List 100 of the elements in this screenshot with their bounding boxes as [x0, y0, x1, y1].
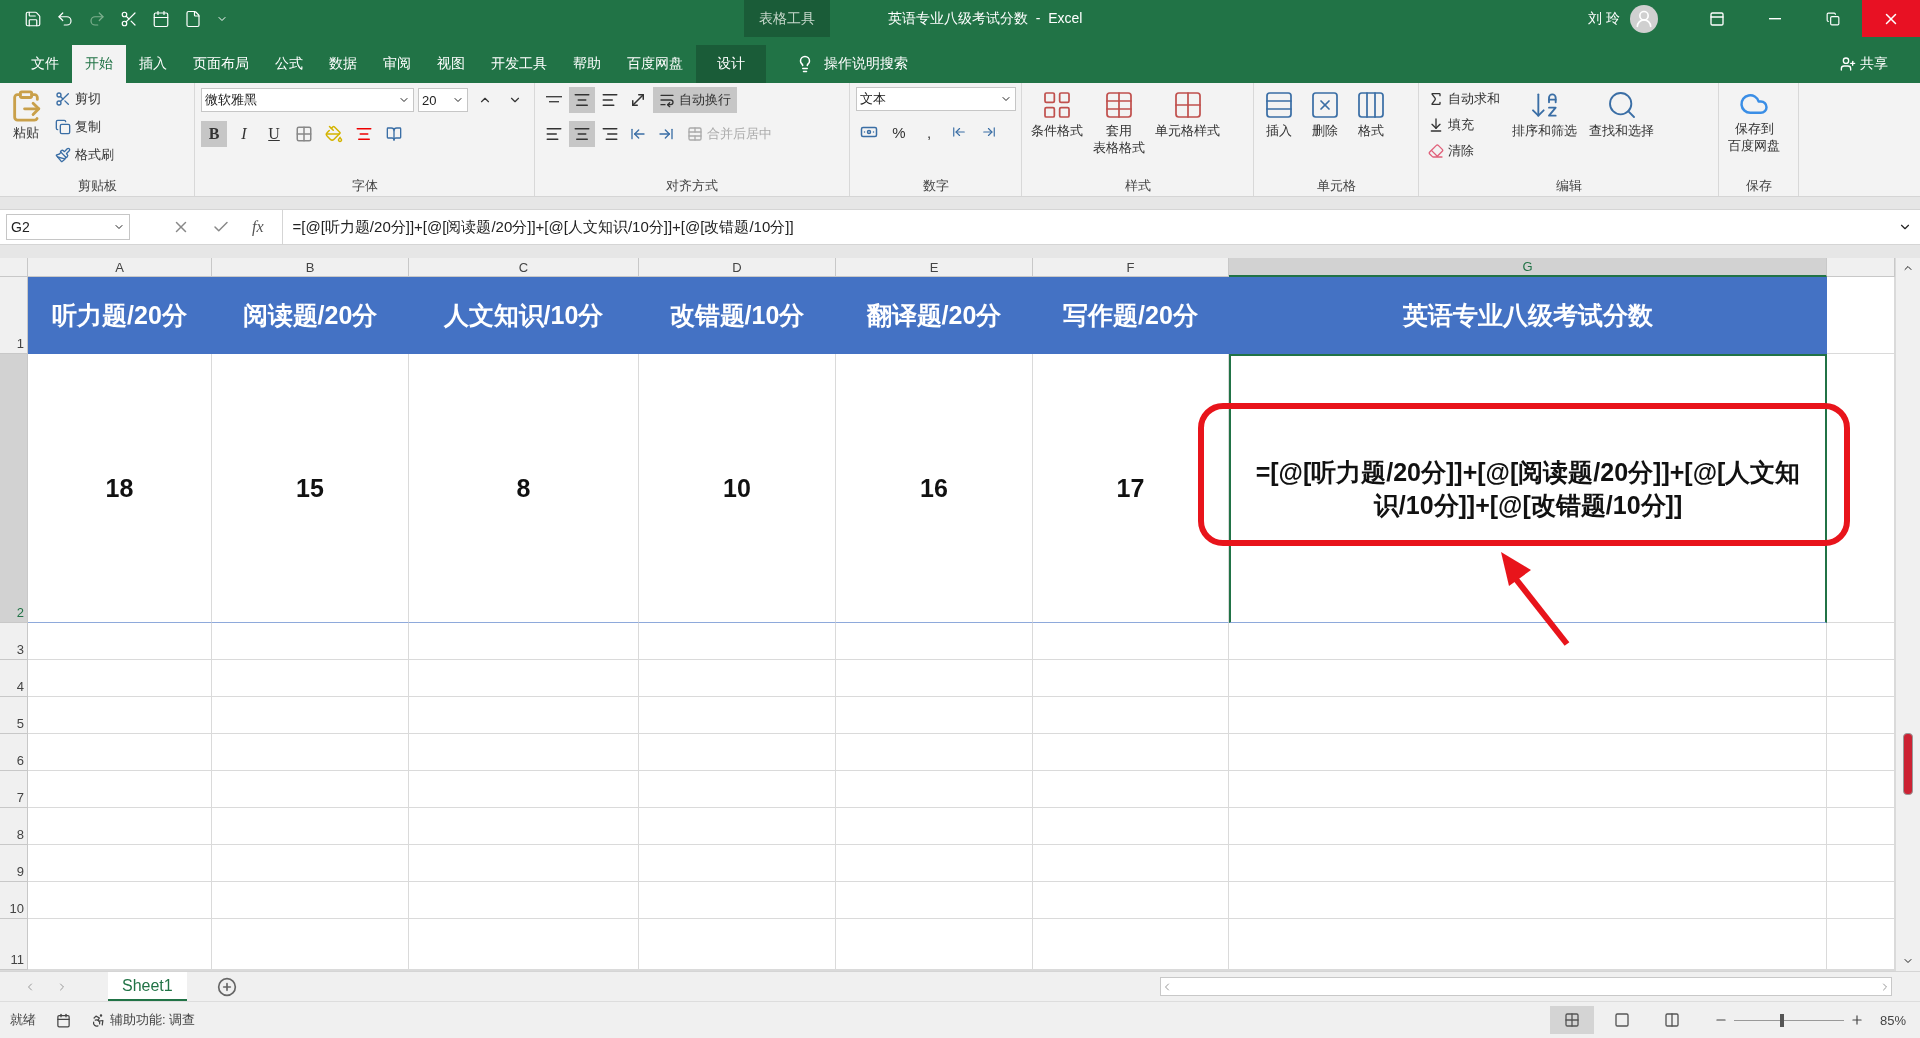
close-button[interactable] [1862, 0, 1920, 37]
scrollbar-thumb[interactable] [1903, 733, 1913, 795]
zoom-in-icon[interactable] [1849, 1013, 1864, 1027]
ribbon-tab[interactable]: 数据 [316, 45, 370, 83]
align-right-icon [601, 125, 619, 143]
table-cell: 15 [212, 354, 409, 623]
scissors-icon[interactable] [120, 9, 138, 28]
font-name-field[interactable]: 微软雅黑 [201, 88, 414, 112]
row-header[interactable]: 3 [0, 623, 28, 660]
accessibility-status[interactable]: 辅助功能: 调查 [110, 1011, 196, 1029]
ribbon-tab[interactable]: 视图 [424, 45, 478, 83]
ribbon-tab[interactable]: 百度网盘 [614, 45, 696, 83]
column-header[interactable]: E [836, 258, 1033, 277]
clipboard-button[interactable]: 复制 [52, 115, 117, 139]
format-button[interactable]: I [231, 121, 257, 147]
row-header[interactable]: 6 [0, 734, 28, 771]
row-header[interactable]: 2 [0, 354, 28, 623]
ribbon-tab[interactable]: 文件 [18, 45, 72, 83]
cells-button[interactable]: 插入 [1260, 87, 1298, 140]
ribbon-tab[interactable]: 开始 [72, 45, 126, 83]
group-label: 剪贴板 [76, 177, 118, 195]
cells-button[interactable]: 格式 [1352, 87, 1390, 140]
editing-button[interactable]: 排序和筛选 [1509, 87, 1580, 140]
save-icon[interactable] [24, 9, 42, 28]
group-label: 单元格 [1315, 177, 1357, 195]
row-header[interactable]: 8 [0, 808, 28, 845]
align-middle-button[interactable] [569, 87, 595, 113]
column-header[interactable]: G [1229, 258, 1827, 277]
wrap-text-button[interactable]: 自动换行 [653, 87, 737, 113]
zoom-thumb[interactable] [1780, 1013, 1785, 1027]
table-header-cell: 阅读题/20分 [212, 277, 409, 354]
ribbon-tab[interactable]: 公式 [262, 45, 316, 83]
column-header[interactable]: C [409, 258, 639, 277]
row-header[interactable]: 10 [0, 882, 28, 919]
column-header[interactable]: B [212, 258, 409, 277]
row-header[interactable]: 1 [0, 277, 28, 354]
add-sheet-icon[interactable] [216, 976, 237, 997]
row-header[interactable]: 7 [0, 771, 28, 808]
avatar-icon[interactable] [1630, 4, 1658, 33]
redo-icon[interactable] [88, 9, 106, 28]
percent-button[interactable]: % [886, 119, 912, 145]
group-label: 保存 [1744, 177, 1773, 195]
paste-button[interactable]: 粘贴 [6, 87, 46, 142]
row-header[interactable]: 11 [0, 919, 28, 970]
insert-function-button[interactable]: fx [252, 218, 264, 236]
columns-icon [1355, 89, 1387, 121]
row-header[interactable]: 4 [0, 660, 28, 697]
align-middle-icon [573, 91, 591, 109]
ribbon-tab[interactable]: 插入 [126, 45, 180, 83]
editing-button[interactable]: 填充 [1425, 113, 1503, 137]
column-header[interactable]: F [1033, 258, 1229, 277]
column-header[interactable]: A [28, 258, 212, 277]
format-button[interactable]: B [201, 121, 227, 147]
editing-button[interactable]: 查找和选择 [1586, 87, 1657, 140]
horizontal-scrollbar[interactable] [1160, 977, 1892, 996]
table-cell: 8 [409, 354, 639, 623]
table-header-cell: 听力题/20分 [28, 277, 212, 354]
font-size-field[interactable]: 20 [418, 88, 468, 112]
name-box[interactable]: G2 [6, 214, 130, 240]
zoom-level[interactable]: 85% [1879, 1012, 1906, 1028]
column-header[interactable]: D [639, 258, 836, 277]
borders-icon [295, 125, 313, 143]
ribbon-tab[interactable]: 页面布局 [180, 45, 262, 83]
row-header[interactable]: 9 [0, 845, 28, 882]
tell-me-search[interactable]: 操作说明搜索 [824, 55, 908, 73]
cells-button[interactable]: 删除 [1306, 87, 1344, 140]
share-button[interactable]: 共享 [1834, 45, 1894, 83]
table-header-cell: 人文知识/10分 [409, 277, 639, 354]
clipboard-button[interactable]: 格式刷 [52, 143, 117, 167]
formula-field[interactable]: =[@[听力题/20分]]+[@[阅读题/20分]]+[@[人文知识/10分]]+[@[改错题/10分]] [282, 210, 1920, 244]
person-plus-icon [1840, 56, 1856, 72]
styles-button[interactable]: 单元格样式 [1152, 87, 1223, 140]
delete-box-icon [1309, 89, 1341, 121]
ribbon-tab[interactable]: 开发工具 [478, 45, 560, 83]
user-name[interactable]: 刘 玲 [1588, 9, 1620, 28]
book-icon [386, 126, 402, 142]
comma-button[interactable]: , [916, 119, 942, 145]
ribbon-tab[interactable]: 设计 [696, 45, 766, 83]
new-file-icon[interactable] [184, 9, 202, 28]
ribbon-tab[interactable]: 审阅 [370, 45, 424, 83]
clipboard-button[interactable]: 剪切 [52, 87, 117, 111]
table-grid-icon [1103, 89, 1135, 121]
format-button[interactable]: U [261, 121, 287, 147]
editing-button[interactable]: 自动求和 [1425, 87, 1503, 111]
decrease-indent-icon [630, 126, 646, 142]
save-to-cloud-button[interactable]: 保存到 百度网盘 [1725, 87, 1783, 155]
number-format-field[interactable]: 文本 [856, 87, 1016, 111]
normal-view-button[interactable] [1549, 1006, 1594, 1034]
sheet-tab[interactable]: Sheet1 [108, 972, 187, 1001]
table-header-cell: 改错题/10分 [639, 277, 836, 354]
ribbon-tab[interactable]: 帮助 [560, 45, 614, 83]
table-header-cell: 翻译题/20分 [836, 277, 1033, 354]
window-icon [1709, 10, 1725, 27]
styles-button[interactable]: 条件格式 [1028, 87, 1086, 140]
align-center-button[interactable] [569, 121, 595, 147]
eraser-icon [1428, 143, 1444, 159]
styles-button[interactable]: 套用 表格格式 [1090, 87, 1148, 157]
row-header[interactable]: 5 [0, 697, 28, 734]
undo-icon[interactable] [56, 9, 74, 28]
editing-button[interactable]: 清除 [1425, 139, 1503, 163]
